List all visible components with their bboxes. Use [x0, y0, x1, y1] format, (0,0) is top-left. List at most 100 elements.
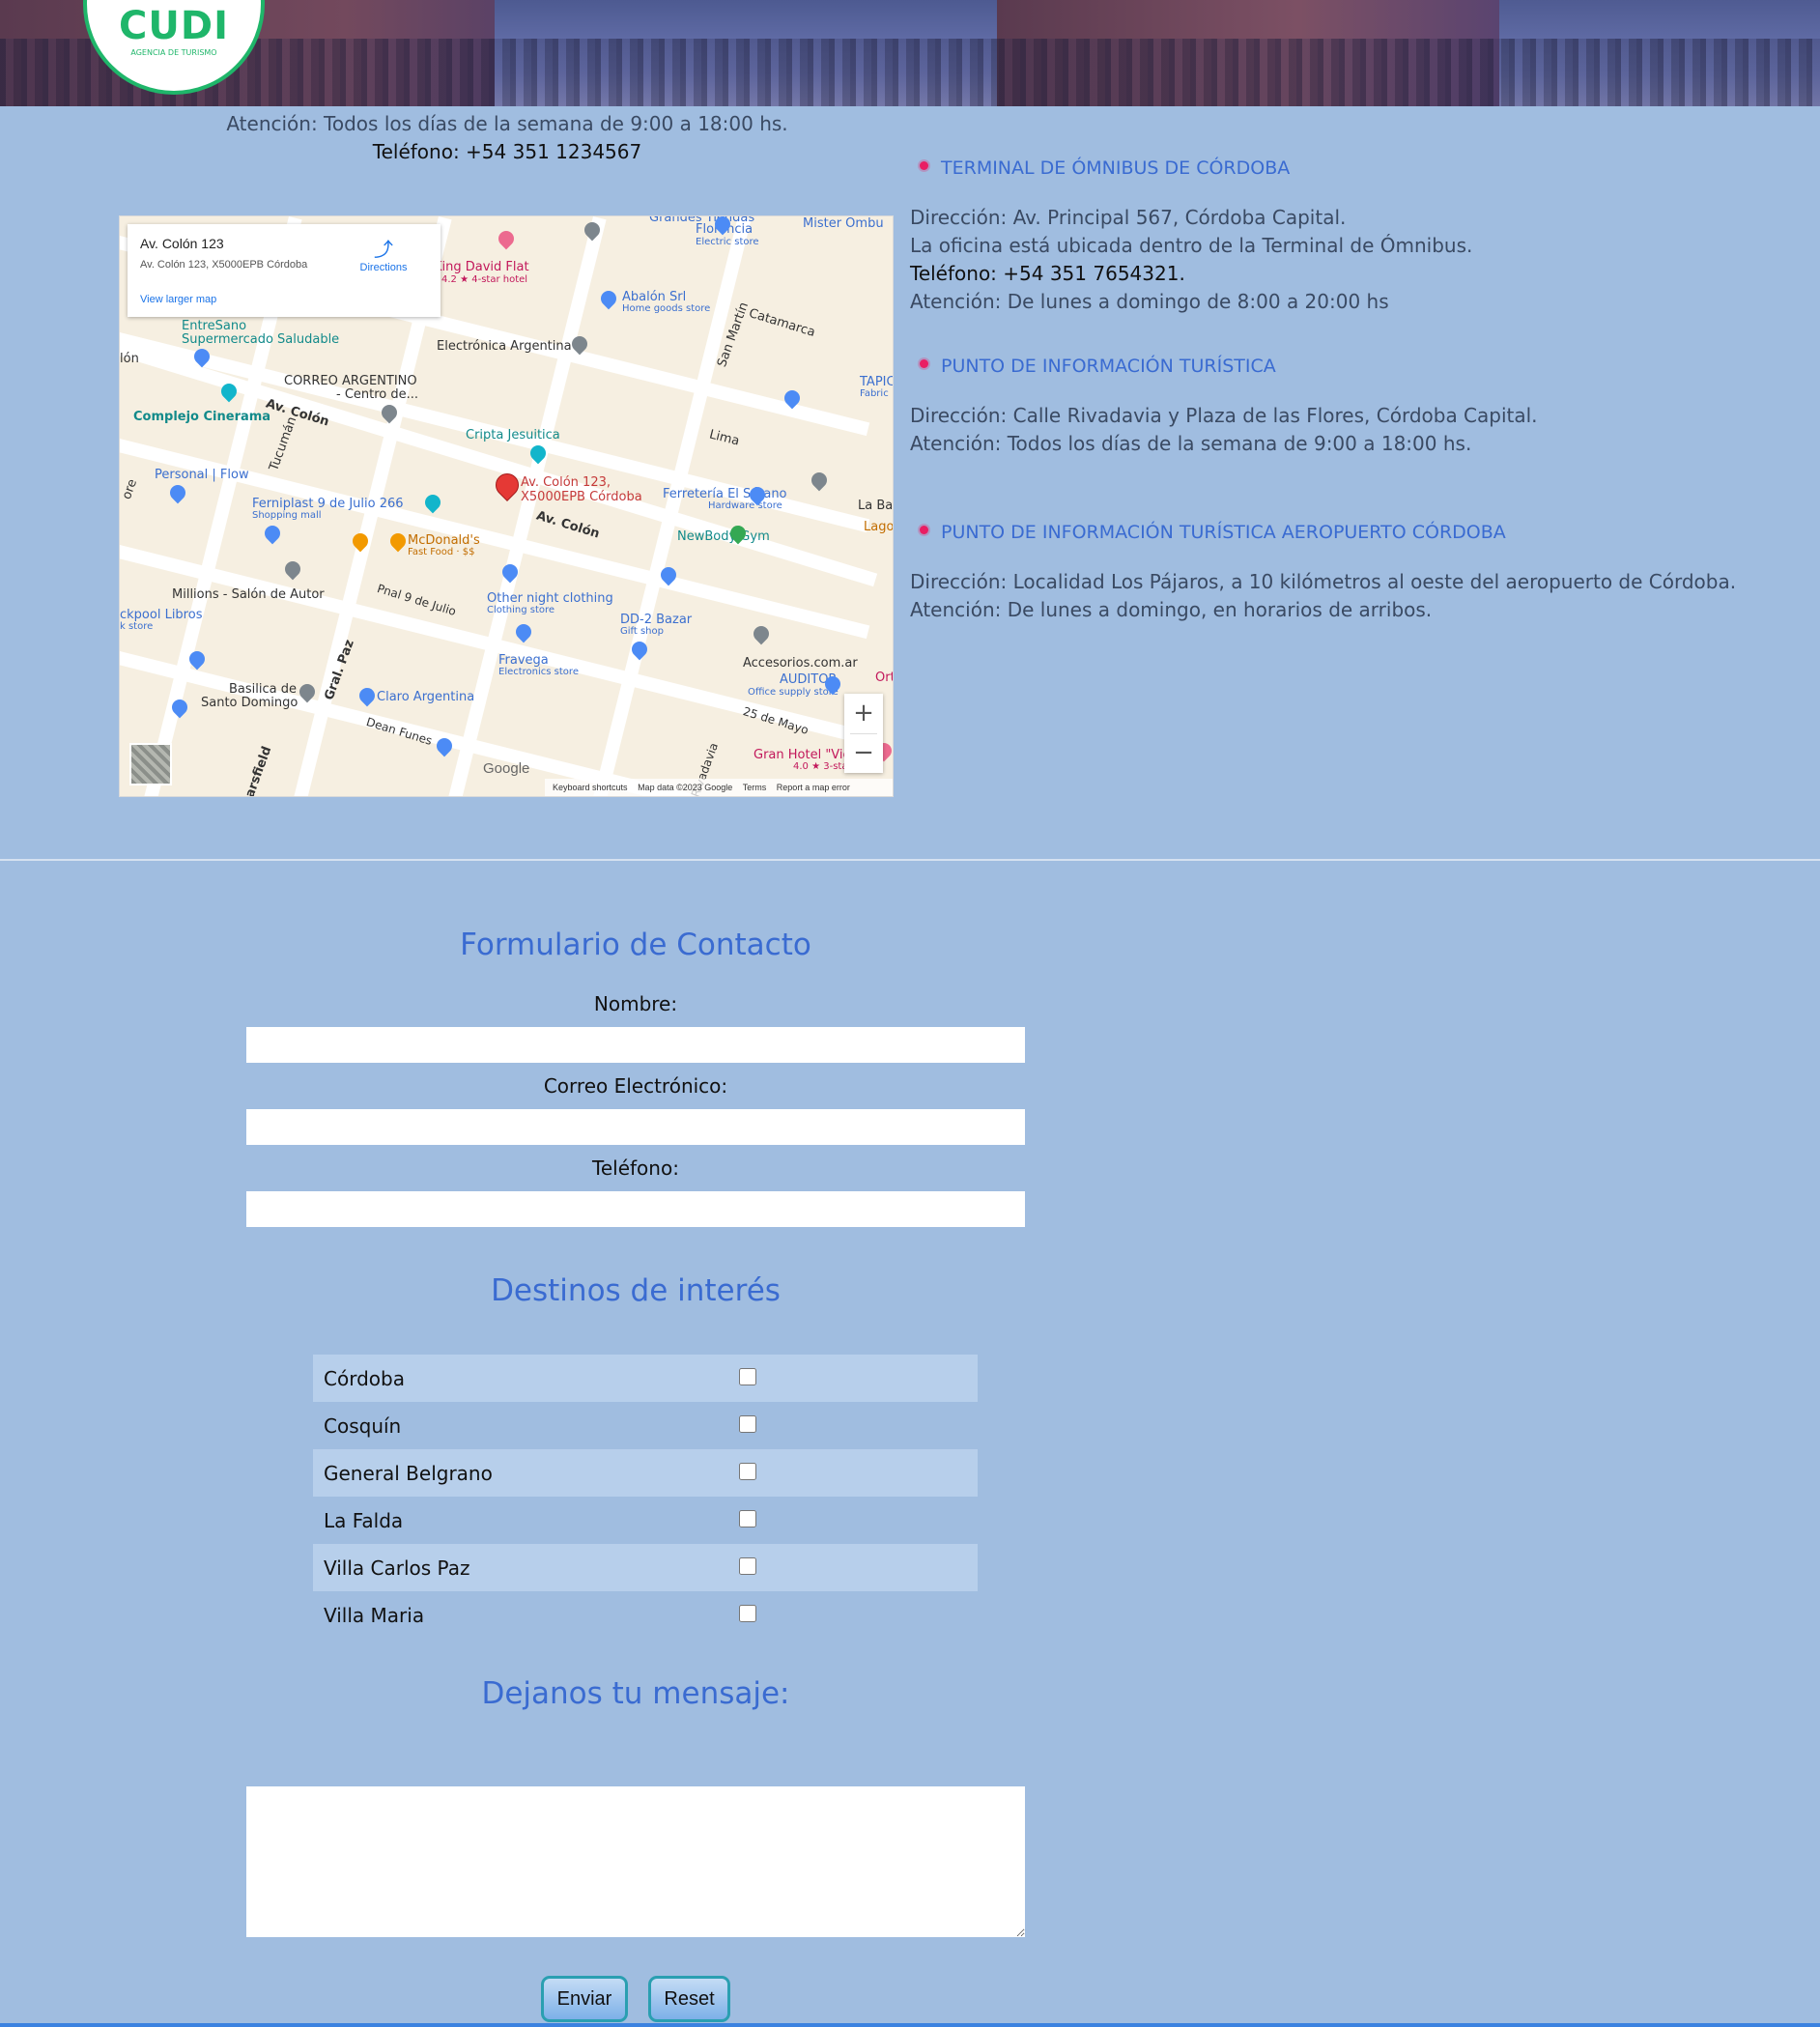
map-street: [443, 216, 607, 796]
map-place-sublabel: 4.0 ★ 3-sta: [793, 761, 848, 772]
shop-pin-icon[interactable]: [355, 684, 379, 707]
map-street-label: Dean Funes: [364, 714, 435, 749]
map-place-label: Ort: [875, 671, 894, 685]
map-place-label[interactable]: CORREO ARGENTINO: [284, 374, 417, 388]
map-place-sublabel: Gift shop: [620, 626, 664, 637]
report-error-link[interactable]: Report a map error: [777, 783, 850, 792]
zoom-out-button[interactable]: −: [844, 733, 883, 773]
destino-name: Cosquín: [324, 1413, 402, 1438]
header-banner: [0, 0, 1820, 106]
map-place-label[interactable]: Claro Argentina: [377, 690, 474, 704]
map-place-label[interactable]: Other night clothing: [487, 591, 613, 606]
map-place-label[interactable]: EntreSano: [182, 319, 246, 333]
reset-button[interactable]: Reset: [648, 1976, 730, 2022]
destino-checkbox-cosquin[interactable]: [739, 1414, 756, 1433]
map-place-label[interactable]: ckpool Libros: [120, 608, 202, 622]
directions-icon: ⤴: [374, 240, 393, 261]
map-street-label: Lima: [707, 427, 741, 449]
map-place-sublabel: Office supply store: [748, 687, 839, 698]
destino-checkbox-villa-carlos-paz[interactable]: [739, 1556, 756, 1575]
map-place-label[interactable]: Mister Ombu: [803, 216, 884, 231]
office-title-text: PUNTO DE INFORMACIÓN TURÍSTICA: [941, 356, 1276, 377]
office-note: La oficina está ubicada dentro de la Ter…: [910, 234, 1473, 257]
destino-name: Villa Carlos Paz: [324, 1556, 470, 1580]
map-place-label[interactable]: NewBody Gym: [677, 529, 770, 544]
map-place-label[interactable]: Abalón Srl: [622, 290, 686, 304]
map-place-label[interactable]: Complejo Cinerama: [133, 410, 270, 424]
map-place-label[interactable]: McDonald's: [408, 533, 480, 548]
office-info-point: PUNTO DE INFORMACIÓN TURÍSTICA Dirección…: [910, 356, 1779, 455]
zoom-separator: [850, 733, 877, 734]
destinos-table: Córdoba Cosquín General Belgrano La Fald…: [313, 1355, 978, 1639]
place-pin-icon[interactable]: [808, 469, 831, 492]
telefono-input[interactable]: [246, 1191, 1025, 1227]
destino-checkbox-cell: [739, 1449, 978, 1497]
bullet-icon: [920, 526, 928, 534]
map-place-address: Av. Colón 123, X5000EPB Córdoba: [140, 259, 308, 271]
map-place-sublabel: Electric store: [696, 237, 759, 247]
map-place-label: La Barr: [858, 499, 894, 513]
destino-checkbox-cell: [739, 1355, 978, 1402]
view-larger-map-link[interactable]: View larger map: [140, 294, 216, 305]
map-place-label[interactable]: Accesorios.com.ar: [743, 656, 858, 671]
office-hours: Atención: De lunes a domingo, en horario…: [910, 598, 1433, 621]
destino-checkbox-la-falda[interactable]: [739, 1509, 756, 1527]
embedded-map[interactable]: King David Flat 4.2 ★ 4-star hotel Grand…: [119, 215, 894, 797]
mensaje-textarea[interactable]: [246, 1786, 1025, 1937]
directions-button[interactable]: ⤴ Directions: [350, 234, 417, 273]
destino-checkbox-villa-maria[interactable]: [739, 1604, 756, 1622]
map-pin-label: Av. Colón 123,: [521, 475, 611, 490]
map-place-label[interactable]: Supermercado Saludable: [182, 332, 339, 347]
shop-pin-icon[interactable]: [512, 620, 535, 643]
destino-checkbox-cordoba[interactable]: [739, 1367, 756, 1385]
hotel-pin-icon[interactable]: [495, 227, 518, 250]
office-title-text: PUNTO DE INFORMACIÓN TURÍSTICA AEROPUERT…: [941, 522, 1506, 543]
map-place-label[interactable]: DD-2 Bazar: [620, 613, 692, 627]
destino-name: La Falda: [324, 1508, 404, 1532]
place-pin-icon[interactable]: [750, 622, 773, 645]
map-place-label[interactable]: Millions - Salón de Autor: [172, 587, 325, 602]
map-zoom-control: + −: [844, 694, 883, 773]
map-place-label[interactable]: TAPIC: [860, 375, 893, 389]
destino-row: Villa Carlos Paz: [313, 1544, 978, 1591]
forest-silhouette: [0, 39, 1820, 106]
nombre-label: Nombre:: [593, 992, 678, 1015]
map-place-label[interactable]: Cripta Jesuitica: [466, 428, 560, 443]
shopping-pin-icon[interactable]: [421, 491, 444, 514]
bullet-icon: [920, 359, 928, 368]
destino-checkbox-cell: [739, 1402, 978, 1449]
destino-checkbox-cell: [739, 1497, 978, 1544]
shop-pin-icon[interactable]: [261, 522, 284, 545]
terms-link[interactable]: Terms: [743, 783, 767, 792]
map-place-label[interactable]: Electrónica Argentina: [437, 339, 572, 354]
map-place-sublabel: Shopping mall: [252, 510, 322, 521]
logo-subtext: AGENCIA DE TURISMO: [130, 48, 217, 57]
restaurant-pin-icon[interactable]: [386, 529, 410, 553]
shop-pin-icon[interactable]: [597, 287, 620, 310]
office-airport: PUNTO DE INFORMACIÓN TURÍSTICA AEROPUERT…: [910, 522, 1779, 621]
map-place-label[interactable]: Fravega: [498, 653, 549, 668]
destino-row: Cosquín: [313, 1402, 978, 1449]
destinos-title: Destinos de interés: [491, 1273, 781, 1308]
place-pin-icon[interactable]: [281, 557, 304, 581]
correo-label: Correo Electrónico:: [543, 1074, 728, 1098]
zoom-in-button[interactable]: +: [844, 694, 883, 733]
office-title: PUNTO DE INFORMACIÓN TURÍSTICA AEROPUERT…: [910, 522, 1779, 543]
map-place-sublabel: Fast Food · $$: [408, 547, 475, 557]
map-place-label[interactable]: King David Flat: [434, 260, 529, 274]
destino-checkbox-general-belgrano[interactable]: [739, 1462, 756, 1480]
nombre-input[interactable]: [246, 1027, 1025, 1063]
map-place-label: Lago: [864, 520, 894, 534]
email-input[interactable]: [246, 1109, 1025, 1145]
keyboard-shortcuts-link[interactable]: Keyboard shortcuts: [553, 783, 628, 792]
map-place-label: ore: [119, 477, 141, 501]
satellite-toggle[interactable]: [129, 743, 172, 785]
shop-pin-icon[interactable]: [166, 481, 189, 504]
map-footer: Keyboard shortcuts Map data ©2023 Google…: [545, 779, 893, 796]
map-place-label[interactable]: Personal | Flow: [155, 468, 249, 482]
map-place-label[interactable]: Ferniplast 9 de Julio 266: [252, 497, 404, 511]
map-place-label[interactable]: Ferretería El Sótano: [663, 487, 787, 501]
map-place-label[interactable]: Gran Hotel "Vic: [754, 748, 850, 762]
map-place-label[interactable]: Basilica de: [229, 682, 297, 697]
enviar-button[interactable]: Enviar: [541, 1976, 628, 2022]
